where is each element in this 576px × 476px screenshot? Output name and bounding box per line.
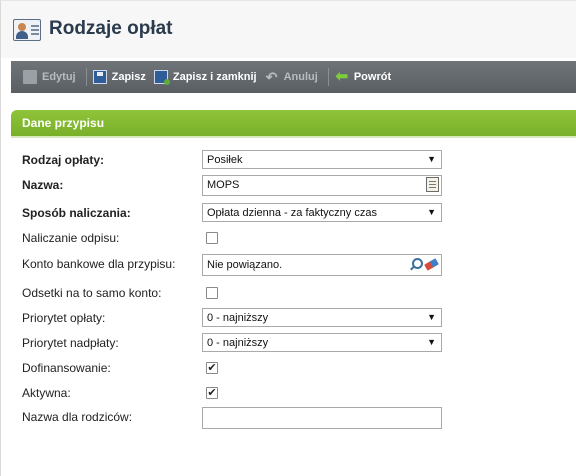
fee-priority-label: Priorytet opłaty: — [22, 311, 106, 325]
overpay-priority-select[interactable]: 0 - najniższy — [202, 333, 442, 352]
cancel-button[interactable]: ↶ Anuluj — [263, 61, 324, 93]
edit-label: Edytuj — [42, 71, 76, 83]
save-close-icon — [153, 70, 170, 85]
bank-account-row: Konto bankowe dla przypisu: Nie powiązan… — [22, 254, 576, 276]
cancel-label: Anuluj — [283, 71, 318, 83]
save-label: Zapisz — [111, 71, 146, 83]
back-arrow-icon: ⬅ — [335, 68, 349, 85]
bank-account-label: Konto bankowe dla przypisu: — [22, 257, 176, 271]
overpay-priority-value: 0 - najniższy — [207, 337, 269, 349]
section-title: Dane przypisu — [22, 116, 105, 130]
eraser-icon[interactable] — [424, 257, 439, 272]
calc-method-value: Opłata dzienna - za faktyczny czas — [207, 207, 377, 219]
interest-checkbox[interactable] — [206, 287, 218, 299]
edit-icon — [23, 70, 37, 84]
fee-type-select[interactable]: Posiłek — [202, 150, 442, 169]
save-and-close-button[interactable]: Zapisz i zamknij — [152, 61, 263, 93]
back-button[interactable]: ⬅ Powrót — [333, 61, 397, 93]
bank-account-field: Nie powiązano. — [202, 254, 442, 276]
bank-account-value: Nie powiązano. — [207, 259, 283, 271]
overpay-priority-row: Priorytet nadpłaty: 0 - najniższy — [22, 333, 576, 355]
save-icon — [92, 70, 107, 84]
fee-type-row: Rodzaj opłaty: Posiłek — [22, 150, 576, 172]
section-header: Dane przypisu — [11, 110, 576, 136]
deduction-label: Naliczanie odpisu: — [22, 231, 120, 245]
deduction-row: Naliczanie odpisu: — [22, 228, 576, 250]
fee-types-icon — [13, 19, 41, 41]
parents-name-row: Nazwa dla rodziców: — [22, 407, 576, 429]
toolbar-separator — [327, 68, 329, 86]
calc-method-label: Sposób naliczania: — [22, 206, 131, 220]
page: Rodzaje opłat Edytuj Zapisz Zapisz i zam… — [0, 0, 576, 476]
name-value: MOPS — [207, 179, 240, 191]
toolbar-separator — [85, 68, 87, 86]
search-icon[interactable] — [408, 257, 423, 272]
cofinancing-checkbox[interactable]: ✔ — [206, 362, 218, 374]
fee-type-label: Rodzaj opłaty: — [22, 153, 105, 167]
toolbar: Edytuj Zapisz Zapisz i zamknij ↶ Anuluj … — [11, 61, 576, 93]
notes-icon[interactable] — [426, 177, 439, 192]
calc-method-row: Sposób naliczania: Opłata dzienna - za f… — [22, 203, 576, 225]
active-checkbox[interactable]: ✔ — [206, 387, 218, 399]
back-label: Powrót — [353, 71, 392, 83]
cofinancing-row: Dofinansowanie: ✔ — [22, 358, 576, 380]
parents-name-input[interactable] — [202, 407, 442, 429]
fee-priority-row: Priorytet opłaty: 0 - najniższy — [22, 308, 576, 330]
save-close-label: Zapisz i zamknij — [172, 71, 257, 83]
page-title: Rodzaje opłat — [49, 18, 173, 39]
edit-button[interactable]: Edytuj — [21, 61, 82, 93]
active-label: Aktywna: — [22, 386, 71, 400]
name-label: Nazwa: — [22, 178, 64, 192]
section-divider — [11, 136, 576, 138]
page-header: Rodzaje opłat — [1, 1, 576, 58]
name-input[interactable]: MOPS — [202, 175, 442, 196]
fee-type-value: Posiłek — [207, 154, 243, 166]
name-row: Nazwa: MOPS — [22, 175, 576, 197]
save-button[interactable]: Zapisz — [91, 61, 152, 93]
fee-priority-value: 0 - najniższy — [207, 312, 269, 324]
deduction-checkbox[interactable] — [206, 232, 218, 244]
parents-name-label: Nazwa dla rodziców: — [22, 410, 133, 424]
fee-priority-select[interactable]: 0 - najniższy — [202, 308, 442, 327]
active-row: Aktywna: ✔ — [22, 383, 576, 405]
interest-label: Odsetki na to samo konto: — [22, 286, 162, 300]
calc-method-select[interactable]: Opłata dzienna - za faktyczny czas — [202, 203, 442, 222]
undo-icon: ↶ — [265, 69, 278, 85]
overpay-priority-label: Priorytet nadpłaty: — [22, 336, 119, 350]
cofinancing-label: Dofinansowanie: — [22, 361, 111, 375]
interest-row: Odsetki na to samo konto: — [22, 283, 576, 305]
